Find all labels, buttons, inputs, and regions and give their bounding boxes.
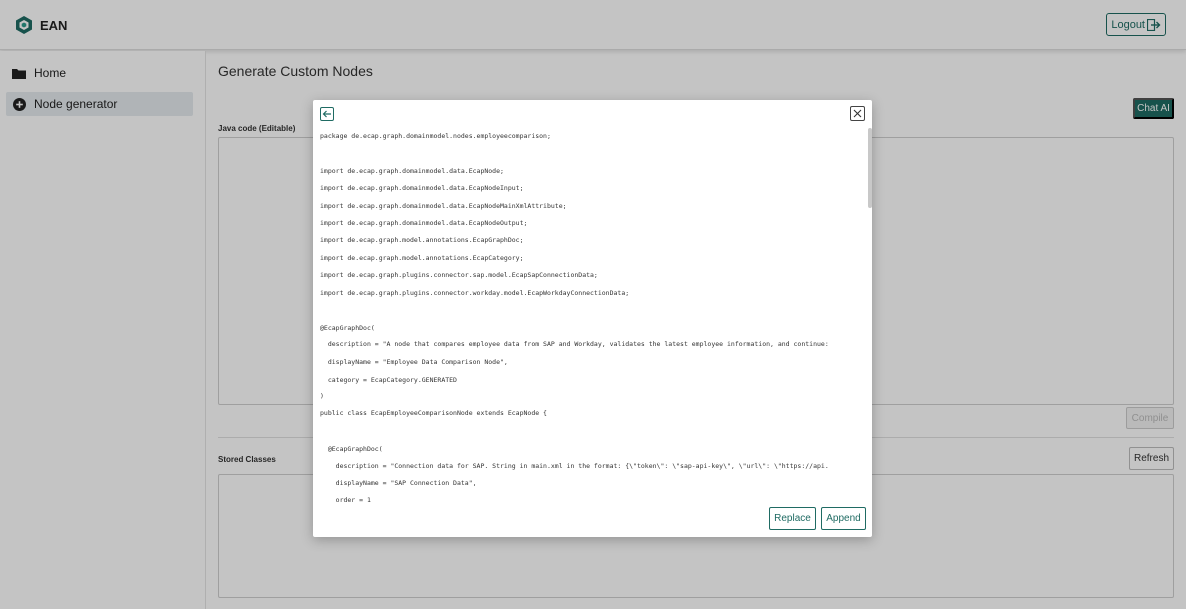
code-scrollbar-thumb[interactable] [868, 128, 872, 208]
code-line: category = EcapCategory.GENERATED [320, 376, 457, 384]
append-button[interactable]: Append [821, 507, 866, 530]
code-line: package de.ecap.graph.domainmodel.nodes.… [320, 132, 551, 140]
close-button[interactable] [850, 106, 865, 121]
code-line: @EcapGraphDoc( [320, 324, 375, 332]
code-line: import de.ecap.graph.domainmodel.data.Ec… [320, 167, 504, 175]
close-icon [853, 109, 862, 118]
code-line: @EcapGraphDoc( [320, 445, 383, 453]
back-button[interactable] [320, 107, 334, 121]
generated-code-view[interactable]: package de.ecap.graph.domainmodel.nodes.… [313, 128, 868, 503]
code-line: description = "A node that compares empl… [320, 340, 829, 348]
code-line: displayName = "Employee Data Comparison … [320, 358, 508, 366]
code-line: import de.ecap.graph.model.annotations.E… [320, 236, 524, 244]
arrow-left-icon [322, 110, 331, 118]
code-line: ) [320, 392, 324, 400]
code-line: import de.ecap.graph.domainmodel.data.Ec… [320, 219, 528, 227]
code-line: displayName = "SAP Connection Data", [320, 479, 477, 487]
code-line: public class EcapEmployeeComparisonNode … [320, 409, 547, 417]
code-line: import de.ecap.graph.plugins.connector.w… [320, 289, 630, 297]
code-line: import de.ecap.graph.domainmodel.data.Ec… [320, 202, 567, 210]
code-line: import de.ecap.graph.domainmodel.data.Ec… [320, 184, 524, 192]
code-line: import de.ecap.graph.model.annotations.E… [320, 254, 524, 262]
code-line: description = "Connection data for SAP. … [320, 462, 829, 470]
replace-button[interactable]: Replace [769, 507, 816, 530]
code-line: order = 1 [320, 496, 371, 503]
code-line: import de.ecap.graph.plugins.connector.s… [320, 271, 598, 279]
code-preview-dialog: package de.ecap.graph.domainmodel.nodes.… [313, 100, 872, 537]
